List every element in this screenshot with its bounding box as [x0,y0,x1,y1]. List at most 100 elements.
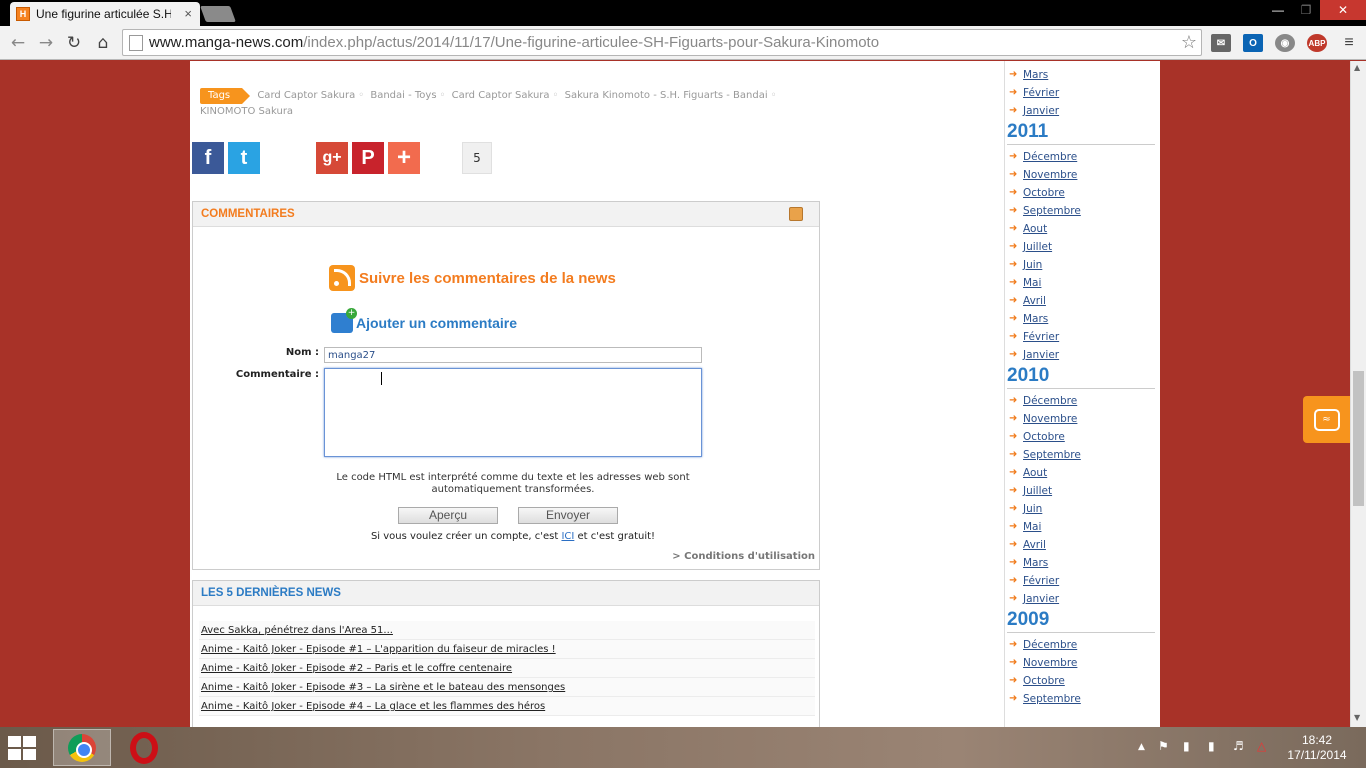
archive-arrow-icon: ➜ [1009,557,1018,568]
archive-month-link[interactable]: Mai [1023,277,1041,289]
tag-link[interactable]: KINOMOTO Sakura [200,106,293,117]
media-extension-icon[interactable]: ◉ [1275,34,1295,52]
forward-arrow-icon[interactable]: → [36,33,56,53]
archive-year-heading[interactable]: 2011 [1007,121,1155,145]
archive-month-link[interactable]: Octobre [1023,675,1065,687]
flag-icon[interactable]: ⚑ [1158,739,1169,753]
scroll-down-icon[interactable]: ▼ [1354,713,1360,722]
archive-month-link[interactable]: Juillet [1023,485,1052,497]
scrollbar-thumb[interactable] [1353,371,1364,506]
taskbar-opera[interactable] [115,729,173,766]
archive-month-link[interactable]: Janvier [1023,105,1059,117]
news-link[interactable]: Anime - Kaitô Joker - Episode #1 – L'app… [199,640,815,659]
terms-link[interactable]: > Conditions d'utilisation [672,551,815,562]
news-link[interactable]: Anime - Kaitô Joker - Episode #3 – La si… [199,678,815,697]
archive-month-link[interactable]: Avril [1023,295,1046,307]
archive-month-link[interactable]: Janvier [1023,349,1059,361]
googleplus-share-icon[interactable]: g+ [316,142,348,174]
archive-arrow-icon: ➜ [1009,431,1018,442]
archive-month-link[interactable]: Février [1023,87,1059,99]
tray-expand-icon[interactable]: ▲ [1138,742,1145,752]
add-comment-link[interactable]: Ajouter un commentaire [331,308,517,333]
create-account-link[interactable]: ICI [561,531,574,542]
archive-month-link[interactable]: Février [1023,331,1059,343]
text-caret [381,372,382,385]
archive-month-link[interactable]: Septembre [1023,205,1081,217]
more-share-icon[interactable]: + [388,142,420,174]
archive-month-link[interactable]: Mai [1023,521,1041,533]
archive-month-link[interactable]: Mars [1023,313,1048,325]
archive-month-link[interactable]: Juillet [1023,241,1052,253]
archive-month-link[interactable]: Juin [1023,259,1042,271]
archive-month-link[interactable]: Aout [1023,223,1047,235]
archive-month-link[interactable]: Avril [1023,539,1046,551]
tag-link[interactable]: Sakura Kinomoto - S.H. Figuarts - Bandai [565,90,768,101]
close-window-button[interactable]: ✕ [1320,0,1366,20]
mail-extension-icon[interactable]: ✉ [1211,34,1231,52]
archive-arrow-icon: ➜ [1009,277,1018,288]
archive-arrow-icon: ➜ [1009,467,1018,478]
rss-feed-icon [329,265,355,291]
outlook-extension-icon[interactable]: O [1243,34,1263,52]
news-link[interactable]: Anime - Kaitô Joker - Episode #4 – La gl… [199,697,815,716]
follow-comments-link[interactable]: Suivre les commentaires de la news [329,265,616,291]
archive-month-link[interactable]: Novembre [1023,413,1077,425]
adblock-plus-icon[interactable]: ABP [1307,34,1327,52]
facebook-share-icon[interactable]: f [192,142,224,174]
browser-titlebar: H Une figurine articulée S.H. × — ❐ ✕ [0,0,1366,26]
opera-icon [130,731,158,764]
twitter-share-icon[interactable]: t [228,142,260,174]
archive-month-link[interactable]: Décembre [1023,395,1077,407]
archive-month-link[interactable]: Janvier [1023,593,1059,605]
archive-month-link[interactable]: Mars [1023,69,1048,81]
floating-widget-button[interactable]: ≈ [1303,396,1350,443]
signal-icon[interactable]: ▮ [1183,739,1190,753]
archive-month-link[interactable]: Octobre [1023,187,1065,199]
windows-start-icon[interactable] [8,736,38,760]
archive-month-link[interactable]: Juin [1023,503,1042,515]
volume-icon[interactable]: ♬ [1233,739,1244,753]
chrome-menu-icon[interactable]: ≡ [1339,34,1359,52]
archive-month-link[interactable]: Novembre [1023,657,1077,669]
reload-icon[interactable]: ↻ [64,33,84,53]
back-arrow-icon[interactable]: ← [8,33,28,53]
antivirus-icon[interactable]: △ [1257,739,1266,753]
browser-tab[interactable]: H Une figurine articulée S.H. × [10,2,200,26]
home-icon[interactable]: ⌂ [93,33,113,53]
tab-close-icon[interactable]: × [184,6,192,21]
archive-month-link[interactable]: Octobre [1023,431,1065,443]
archive-year-heading[interactable]: 2010 [1007,365,1155,389]
latest-news-box: LES 5 DERNIÈRES NEWS Avec Sakka, pénétre… [192,580,820,727]
archive-month-link[interactable]: Septembre [1023,449,1081,461]
bookmark-star-icon[interactable]: ☆ [1181,32,1197,53]
tag-link[interactable]: Card Captor Sakura [257,90,355,101]
news-link[interactable]: Anime - Kaitô Joker - Episode #2 – Paris… [199,659,815,678]
archive-month-link[interactable]: Novembre [1023,169,1077,181]
archive-arrow-icon: ➜ [1009,575,1018,586]
scroll-up-icon[interactable]: ▲ [1354,63,1360,72]
address-bar[interactable]: www.manga-news.com/index.php/actus/2014/… [122,29,1202,56]
new-tab-button[interactable] [200,6,236,22]
maximize-button[interactable]: ❐ [1292,0,1320,20]
rss-icon[interactable] [789,207,803,221]
archive-month-link[interactable]: Septembre [1023,693,1081,705]
archive-year-heading[interactable]: 2009 [1007,609,1155,633]
tag-link[interactable]: Bandai - Toys [370,90,436,101]
archive-month-link[interactable]: Décembre [1023,151,1077,163]
news-link[interactable]: Avec Sakka, pénétrez dans l'Area 51... [199,621,815,640]
name-field[interactable] [324,347,702,363]
archive-month-link[interactable]: Mars [1023,557,1048,569]
account-prefix: Si vous voulez créer un compte, c'est [370,531,559,542]
minimize-button[interactable]: — [1264,0,1292,20]
taskbar-chrome[interactable] [53,729,111,766]
archive-month-link[interactable]: Aout [1023,467,1047,479]
page-scrollbar[interactable]: ▲ ▼ [1350,61,1366,727]
send-button[interactable]: Envoyer [518,507,618,524]
archive-month-link[interactable]: Février [1023,575,1059,587]
tag-link[interactable]: Card Captor Sakura [452,90,550,101]
archive-month-link[interactable]: Décembre [1023,639,1077,651]
preview-button[interactable]: Aperçu [398,507,498,524]
pinterest-share-icon[interactable]: P [352,142,384,174]
taskbar-clock[interactable]: 18:42 17/11/2014 [1286,733,1348,763]
battery-icon[interactable]: ▮ [1208,739,1215,753]
